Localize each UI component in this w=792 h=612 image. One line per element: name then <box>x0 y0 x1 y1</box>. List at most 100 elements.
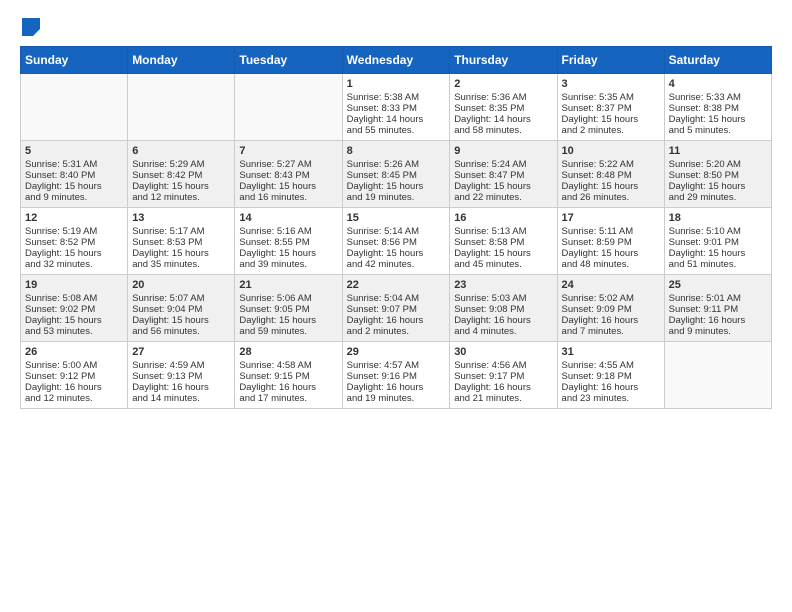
day-cell-8: 8Sunrise: 5:26 AMSunset: 8:45 PMDaylight… <box>342 141 450 208</box>
day-info-line: Daylight: 14 hours <box>454 114 552 125</box>
day-number-23: 23 <box>454 279 552 291</box>
day-info-line: Sunset: 9:11 PM <box>669 304 767 315</box>
day-cell-25: 25Sunrise: 5:01 AMSunset: 9:11 PMDayligh… <box>664 275 771 342</box>
day-info-line: Daylight: 15 hours <box>562 181 660 192</box>
day-info-line: Sunset: 8:56 PM <box>347 237 446 248</box>
day-info-line: Sunset: 8:59 PM <box>562 237 660 248</box>
day-info-line: Daylight: 16 hours <box>347 315 446 326</box>
day-number-13: 13 <box>132 212 230 224</box>
day-number-12: 12 <box>25 212 123 224</box>
calendar-header-row: SundayMondayTuesdayWednesdayThursdayFrid… <box>21 47 772 74</box>
day-info-line: and 2 minutes. <box>347 326 446 337</box>
day-info-line: Sunrise: 5:22 AM <box>562 159 660 170</box>
day-info-line: and 42 minutes. <box>347 259 446 270</box>
day-cell-21: 21Sunrise: 5:06 AMSunset: 9:05 PMDayligh… <box>235 275 342 342</box>
day-info-line: Sunrise: 5:27 AM <box>239 159 337 170</box>
col-header-sunday: Sunday <box>21 47 128 74</box>
day-info-line: and 29 minutes. <box>669 192 767 203</box>
day-info-line: and 7 minutes. <box>562 326 660 337</box>
day-number-1: 1 <box>347 78 446 90</box>
day-cell-16: 16Sunrise: 5:13 AMSunset: 8:58 PMDayligh… <box>450 208 557 275</box>
day-number-25: 25 <box>669 279 767 291</box>
day-cell-14: 14Sunrise: 5:16 AMSunset: 8:55 PMDayligh… <box>235 208 342 275</box>
day-number-30: 30 <box>454 346 552 358</box>
day-info-line: Daylight: 15 hours <box>132 248 230 259</box>
day-number-28: 28 <box>239 346 337 358</box>
day-info-line: Daylight: 15 hours <box>25 248 123 259</box>
day-cell-19: 19Sunrise: 5:08 AMSunset: 9:02 PMDayligh… <box>21 275 128 342</box>
day-info-line: and 12 minutes. <box>132 192 230 203</box>
day-info-line: Sunrise: 5:01 AM <box>669 293 767 304</box>
day-info-line: Sunrise: 5:06 AM <box>239 293 337 304</box>
day-info-line: Sunset: 8:35 PM <box>454 103 552 114</box>
day-info-line: Sunset: 9:18 PM <box>562 371 660 382</box>
logo <box>20 20 40 36</box>
day-cell-5: 5Sunrise: 5:31 AMSunset: 8:40 PMDaylight… <box>21 141 128 208</box>
day-info-line: Sunset: 9:12 PM <box>25 371 123 382</box>
day-info-line: Sunset: 9:16 PM <box>347 371 446 382</box>
day-cell-17: 17Sunrise: 5:11 AMSunset: 8:59 PMDayligh… <box>557 208 664 275</box>
day-number-17: 17 <box>562 212 660 224</box>
day-number-6: 6 <box>132 145 230 157</box>
day-info-line: Sunrise: 5:35 AM <box>562 92 660 103</box>
day-info-line: Sunrise: 4:58 AM <box>239 360 337 371</box>
day-info-line: Sunset: 8:55 PM <box>239 237 337 248</box>
day-cell-1: 1Sunrise: 5:38 AMSunset: 8:33 PMDaylight… <box>342 74 450 141</box>
day-info-line: Sunrise: 5:36 AM <box>454 92 552 103</box>
day-info-line: Sunrise: 5:20 AM <box>669 159 767 170</box>
day-number-4: 4 <box>669 78 767 90</box>
day-info-line: Daylight: 15 hours <box>562 114 660 125</box>
day-number-2: 2 <box>454 78 552 90</box>
week-row-3: 12Sunrise: 5:19 AMSunset: 8:52 PMDayligh… <box>21 208 772 275</box>
day-info-line: Sunset: 9:13 PM <box>132 371 230 382</box>
week-row-2: 5Sunrise: 5:31 AMSunset: 8:40 PMDaylight… <box>21 141 772 208</box>
day-info-line: Sunset: 9:08 PM <box>454 304 552 315</box>
day-info-line: and 55 minutes. <box>347 125 446 136</box>
day-info-line: Sunrise: 5:13 AM <box>454 226 552 237</box>
day-cell-29: 29Sunrise: 4:57 AMSunset: 9:16 PMDayligh… <box>342 342 450 409</box>
day-info-line: and 9 minutes. <box>669 326 767 337</box>
day-cell-26: 26Sunrise: 5:00 AMSunset: 9:12 PMDayligh… <box>21 342 128 409</box>
day-info-line: and 35 minutes. <box>132 259 230 270</box>
day-info-line: Sunrise: 4:56 AM <box>454 360 552 371</box>
day-number-20: 20 <box>132 279 230 291</box>
day-info-line: Sunset: 8:52 PM <box>25 237 123 248</box>
day-info-line: and 51 minutes. <box>669 259 767 270</box>
day-info-line: Sunrise: 5:31 AM <box>25 159 123 170</box>
day-info-line: Daylight: 15 hours <box>25 181 123 192</box>
day-cell-31: 31Sunrise: 4:55 AMSunset: 9:18 PMDayligh… <box>557 342 664 409</box>
day-info-line: Sunrise: 5:19 AM <box>25 226 123 237</box>
day-info-line: Daylight: 14 hours <box>347 114 446 125</box>
day-cell-27: 27Sunrise: 4:59 AMSunset: 9:13 PMDayligh… <box>128 342 235 409</box>
day-info-line: and 53 minutes. <box>25 326 123 337</box>
day-cell-9: 9Sunrise: 5:24 AMSunset: 8:47 PMDaylight… <box>450 141 557 208</box>
day-info-line: and 16 minutes. <box>239 192 337 203</box>
day-number-31: 31 <box>562 346 660 358</box>
day-info-line: Sunset: 9:17 PM <box>454 371 552 382</box>
day-cell-10: 10Sunrise: 5:22 AMSunset: 8:48 PMDayligh… <box>557 141 664 208</box>
day-info-line: Sunrise: 5:38 AM <box>347 92 446 103</box>
col-header-thursday: Thursday <box>450 47 557 74</box>
day-cell-18: 18Sunrise: 5:10 AMSunset: 9:01 PMDayligh… <box>664 208 771 275</box>
day-info-line: and 39 minutes. <box>239 259 337 270</box>
day-info-line: Sunrise: 5:26 AM <box>347 159 446 170</box>
logo-icon <box>22 18 40 36</box>
day-info-line: Sunrise: 5:03 AM <box>454 293 552 304</box>
day-info-line: Sunrise: 5:14 AM <box>347 226 446 237</box>
day-info-line: Sunrise: 5:00 AM <box>25 360 123 371</box>
day-info-line: Sunset: 9:07 PM <box>347 304 446 315</box>
day-cell-4: 4Sunrise: 5:33 AMSunset: 8:38 PMDaylight… <box>664 74 771 141</box>
day-info-line: Daylight: 15 hours <box>669 248 767 259</box>
day-info-line: Sunset: 8:47 PM <box>454 170 552 181</box>
empty-cell <box>128 74 235 141</box>
day-number-27: 27 <box>132 346 230 358</box>
day-cell-20: 20Sunrise: 5:07 AMSunset: 9:04 PMDayligh… <box>128 275 235 342</box>
day-cell-24: 24Sunrise: 5:02 AMSunset: 9:09 PMDayligh… <box>557 275 664 342</box>
day-info-line: and 4 minutes. <box>454 326 552 337</box>
week-row-4: 19Sunrise: 5:08 AMSunset: 9:02 PMDayligh… <box>21 275 772 342</box>
page-header <box>20 20 772 36</box>
day-info-line: and 19 minutes. <box>347 192 446 203</box>
day-number-9: 9 <box>454 145 552 157</box>
day-info-line: Sunset: 8:45 PM <box>347 170 446 181</box>
day-cell-28: 28Sunrise: 4:58 AMSunset: 9:15 PMDayligh… <box>235 342 342 409</box>
